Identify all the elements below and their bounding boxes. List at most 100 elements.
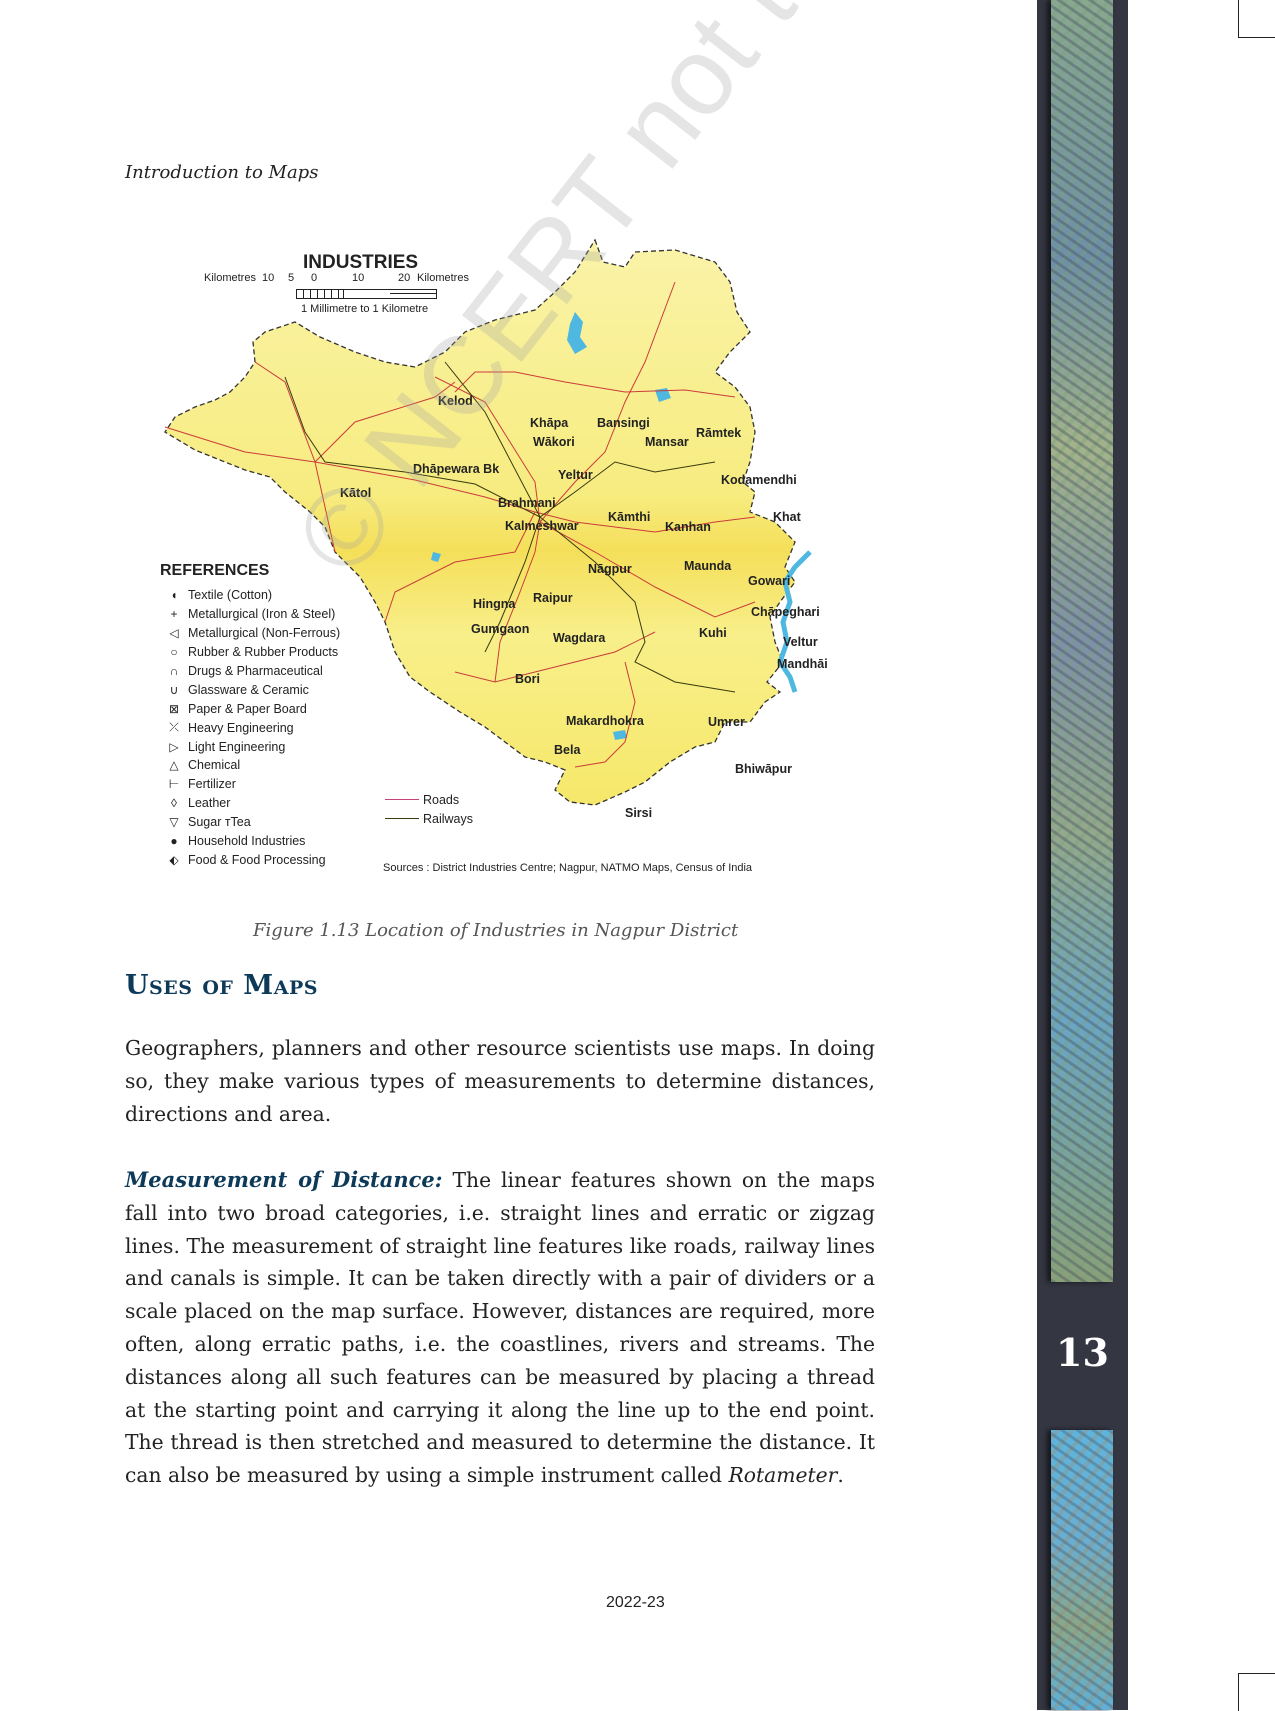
place-label: Maunda xyxy=(684,559,732,573)
food-processing-icon: ⬖ xyxy=(169,852,179,867)
section-title: Uses of Maps xyxy=(125,970,318,1001)
place-label: Yeltur xyxy=(558,468,593,482)
satellite-image-strip xyxy=(1051,1430,1113,1710)
place-label: Makardhokra xyxy=(566,714,644,728)
reference-item: ◊ Leather xyxy=(160,794,340,813)
line-legend: Roads Railways xyxy=(385,790,473,828)
reference-item: ∩ Drugs & Pharmaceutical xyxy=(160,662,340,681)
place-label: Hingna xyxy=(473,597,516,611)
crop-mark-top xyxy=(1238,0,1275,38)
reference-item: ⊢ Fertilizer xyxy=(160,775,340,794)
map-title: INDUSTRIES xyxy=(303,252,419,273)
fertilizer-icon: ⊢ xyxy=(168,777,180,792)
place-label: Kanhan xyxy=(665,520,711,534)
reference-item: ◖ Textile (Cotton) xyxy=(160,586,340,605)
crossed-box-icon: ⊠ xyxy=(168,701,180,716)
reference-item: + Metallurgical (Iron & Steel) xyxy=(160,605,340,624)
reference-label: Drugs & Pharmaceutical xyxy=(188,664,323,678)
reference-item: ● Household Industries xyxy=(160,832,340,851)
scale-tick: 20 xyxy=(398,272,411,284)
arch-icon: ∩ xyxy=(169,664,179,678)
place-label: Dhāpewara Bk xyxy=(413,462,500,476)
reference-item: ▽ Sugar ᴛTea xyxy=(160,813,340,832)
references-title: REFERENCES xyxy=(160,562,270,579)
triangle-icon: △ xyxy=(169,758,179,773)
place-label: Khat xyxy=(773,510,801,524)
scale-tick: 0 xyxy=(311,272,318,284)
place-label: Brahmani xyxy=(498,496,556,510)
place-label: Mandhāi xyxy=(777,657,828,671)
crop-mark-bottom xyxy=(1238,1673,1275,1711)
industries-map-figure: INDUSTRIES Kilometres 10 5 0 10 20 Kilom… xyxy=(155,222,875,882)
figure-caption: Figure 1.13 Location of Industries in Na… xyxy=(253,920,739,941)
scale-bar-segment xyxy=(342,289,391,299)
references-legend: REFERENCES ◖ Textile (Cotton) + Metallurgic… xyxy=(160,562,340,869)
paragraph-end: . xyxy=(837,1463,844,1488)
place-label: Rāmtek xyxy=(696,426,742,440)
circle-icon: ○ xyxy=(170,645,178,660)
reference-item: ◁ Metallurgical (Non-Ferrous) xyxy=(160,624,340,643)
reference-label: Heavy Engineering xyxy=(188,720,294,735)
place-label: Wagdara xyxy=(553,631,606,645)
reference-label: Food & Food Processing xyxy=(188,852,326,867)
reference-item: △ Chemical xyxy=(160,756,340,775)
page-number: 13 xyxy=(1056,1330,1109,1375)
right-triangle-icon: ▷ xyxy=(169,739,179,754)
place-label: Chāpeghari xyxy=(751,605,820,619)
place-label: Khāpa xyxy=(530,416,569,430)
place-label: Wākori xyxy=(533,435,575,449)
place-label: Sirsi xyxy=(625,806,653,820)
place-label: Bhiwāpur xyxy=(735,762,792,776)
legend-railways: Railways xyxy=(385,809,473,828)
paragraph-body: The linear features shown on the maps fa… xyxy=(125,1168,875,1488)
place-label: Kalmeshwar xyxy=(505,519,579,533)
map-sources: Sources : District Industries Centre; Na… xyxy=(383,862,753,874)
reference-item: ○ Rubber & Rubber Products xyxy=(160,643,340,662)
place-label: Bela xyxy=(554,743,581,757)
place-label: Mansar xyxy=(645,435,689,449)
scale-right-label: Kilometres xyxy=(417,272,469,284)
heavy-engineering-icon: ⤫ xyxy=(169,720,179,735)
satellite-image-strip xyxy=(1051,0,1113,1282)
scale-bar-subdivided xyxy=(296,289,344,299)
cup-icon: ∪ xyxy=(169,682,179,697)
scale-tick: 5 xyxy=(288,272,295,284)
reference-item: ⊠ Paper & Paper Board xyxy=(160,699,340,718)
railways-label: Railways xyxy=(423,811,474,826)
reference-item: ∪ Glassware & Ceramic xyxy=(160,680,340,699)
reference-label: Light Engineering xyxy=(188,739,286,754)
paragraph-measurement-of-distance: Measurement of Distance: The linear feat… xyxy=(125,1164,875,1492)
place-label: Gowari xyxy=(748,574,791,588)
reference-label: Leather xyxy=(188,796,231,811)
footer-year: 2022-23 xyxy=(606,1594,665,1611)
paragraph-lead: Measurement of Distance: xyxy=(125,1167,443,1192)
scale-tick: 10 xyxy=(352,272,365,284)
place-label: Gumgaon xyxy=(471,622,530,636)
reference-label: Metallurgical (Iron & Steel) xyxy=(188,607,336,622)
place-label: Veltur xyxy=(783,635,818,649)
reference-label: Textile (Cotton) xyxy=(188,588,273,603)
place-label: Nāgpur xyxy=(588,562,632,576)
reference-label: Household Industries xyxy=(188,834,306,849)
railways-swatch xyxy=(385,818,419,819)
place-label: Kuhi xyxy=(699,626,727,640)
place-label: Bansingi xyxy=(597,416,650,430)
legend-roads: Roads xyxy=(385,790,473,809)
paragraph-intro: Geographers, planners and other resource… xyxy=(125,1036,875,1126)
scale-left-label: Kilometres xyxy=(204,272,256,284)
scale-ratio: 1 Millimetre to 1 Kilometre xyxy=(301,303,429,315)
place-label: Kātol xyxy=(340,486,372,500)
reference-label: Glassware & Ceramic xyxy=(188,682,309,697)
place-label: Kelod xyxy=(438,394,473,408)
scale-tick: 10 xyxy=(262,272,275,284)
running-head: Introduction to Maps xyxy=(125,162,319,183)
place-label: Kāmthi xyxy=(608,510,651,524)
left-triangle-icon: ◁ xyxy=(169,626,179,641)
reference-label: Fertilizer xyxy=(188,777,236,792)
reference-label: Rubber & Rubber Products xyxy=(188,645,339,660)
textile-icon: ◖ xyxy=(170,588,178,603)
roads-label: Roads xyxy=(423,792,460,807)
reference-label: Paper & Paper Board xyxy=(188,701,307,716)
roads-swatch xyxy=(385,799,419,800)
reference-label: Sugar ᴛTea xyxy=(188,815,251,830)
